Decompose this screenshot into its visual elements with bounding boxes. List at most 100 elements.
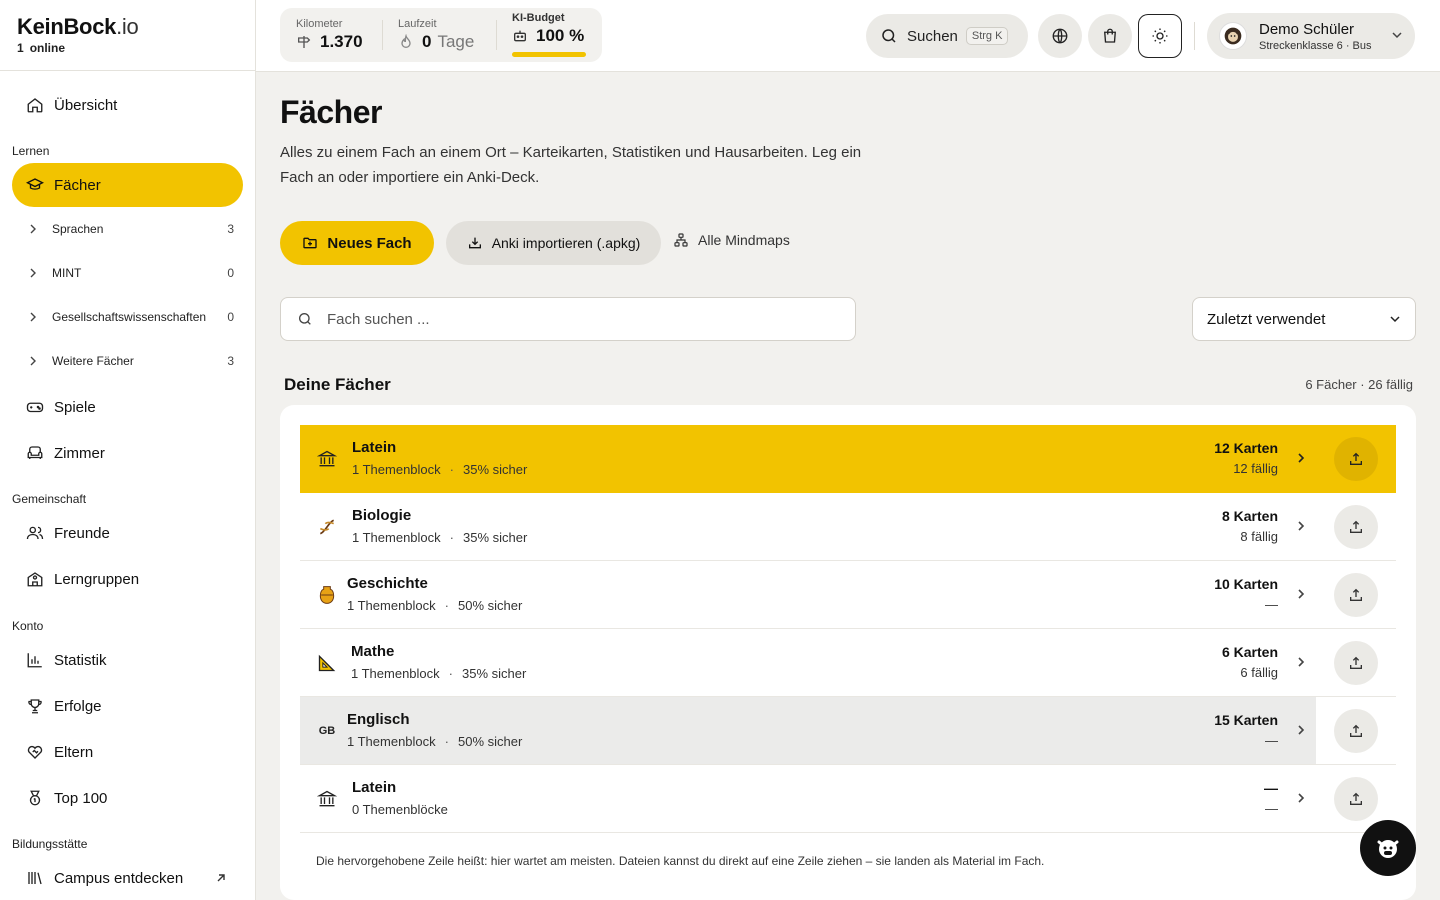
upload-button[interactable] xyxy=(1334,505,1378,549)
subject-row[interactable]: Mathe 1 Themenblock · 35% sicher 6 Karten … xyxy=(300,629,1396,697)
upload-icon xyxy=(1350,588,1362,601)
category-label: Weitere Fächer xyxy=(52,354,134,368)
category-count: 0 xyxy=(227,266,234,280)
sort-select[interactable]: Zuletzt verwendet xyxy=(1192,297,1416,341)
download-tray-icon xyxy=(467,235,483,251)
globe-icon xyxy=(1051,27,1069,45)
subject-blocks: 0 Themenblöcke xyxy=(352,802,448,817)
user-menu[interactable]: Demo Schüler Streckenklasse 6 · Bus xyxy=(1207,13,1415,59)
online-label: online xyxy=(29,41,66,55)
nav-subjects-label: Fächer xyxy=(54,176,101,194)
upload-button[interactable] xyxy=(1334,709,1378,753)
theme-toggle-button[interactable] xyxy=(1138,14,1182,58)
triangle-ruler-icon xyxy=(316,652,338,674)
medal-icon xyxy=(26,789,44,807)
chevron-right-icon[interactable] xyxy=(1294,791,1308,805)
stat-unit: Tage xyxy=(437,32,475,51)
category-weitere[interactable]: Weitere Fächer 3 xyxy=(28,351,234,371)
gb-flag-icon: GB xyxy=(318,725,336,737)
separator: · xyxy=(444,734,449,749)
category-mint[interactable]: MINT 0 xyxy=(28,263,234,283)
nav-stats[interactable]: Statistik xyxy=(12,638,243,682)
nav-room-label: Zimmer xyxy=(54,444,105,462)
subject-secure: 50% sicher xyxy=(458,598,523,613)
subject-search-input[interactable] xyxy=(327,310,827,328)
chevron-right-icon[interactable] xyxy=(1294,451,1308,465)
nav-campus[interactable]: Campus entdecken xyxy=(12,856,243,900)
robot-icon xyxy=(512,28,528,44)
heart-handshake-icon xyxy=(26,743,44,761)
users-icon xyxy=(26,524,44,542)
category-sprachen[interactable]: Sprachen 3 xyxy=(28,219,234,239)
search-label: Suchen xyxy=(907,27,958,45)
nav-games[interactable]: Spiele xyxy=(12,385,243,429)
subject-row[interactable]: Latein 1 Themenblock · 35% sicher 12 Karte… xyxy=(300,425,1396,493)
stat-ki-budget[interactable]: KI-Budget 100 % xyxy=(496,8,602,62)
nav-subjects[interactable]: Fächer xyxy=(12,163,243,207)
shop-button[interactable] xyxy=(1088,14,1132,58)
chevron-right-icon[interactable] xyxy=(1294,723,1308,737)
subject-secure: 35% sicher xyxy=(463,530,528,545)
separator: · xyxy=(448,666,453,681)
subject-meta: 1 Themenblock · 35% sicher xyxy=(352,462,527,477)
nav-games-label: Spiele xyxy=(54,398,96,416)
subject-cards: 8 Karten xyxy=(1221,508,1278,524)
nav-achievements[interactable]: Erfolge xyxy=(12,684,243,728)
stat-runtime: Laufzeit 0 Tage xyxy=(382,8,496,62)
nav-top100[interactable]: Top 100 xyxy=(12,776,243,820)
separator: · xyxy=(449,462,454,477)
nav-groups[interactable]: Lerngruppen xyxy=(12,557,243,601)
assistant-button[interactable] xyxy=(1360,820,1416,876)
upload-icon xyxy=(1350,724,1362,737)
subject-due: 8 fällig xyxy=(1240,529,1278,544)
nav-top100-label: Top 100 xyxy=(54,789,108,807)
category-label: Gesellschaftswissenschaften xyxy=(52,310,207,324)
upload-button[interactable] xyxy=(1334,573,1378,617)
brand[interactable]: KeinBock.io 1 online xyxy=(0,0,255,71)
subject-meta: 1 Themenblock · 35% sicher xyxy=(351,666,526,681)
stat-label: Laufzeit xyxy=(398,18,437,30)
upload-button[interactable] xyxy=(1334,437,1378,481)
nav-friends[interactable]: Freunde xyxy=(12,511,243,555)
import-anki-label: Anki importieren (.apkg) xyxy=(491,235,641,251)
folder-plus-icon xyxy=(302,235,318,251)
section-school: Bildungsstätte xyxy=(12,837,88,851)
subject-blocks: 1 Themenblock xyxy=(352,530,441,545)
subject-due: — xyxy=(1265,597,1278,612)
subject-name: Biologie xyxy=(352,507,412,524)
subject-row[interactable]: Biologie 1 Themenblock · 35% sicher 8 Kart… xyxy=(300,493,1396,561)
amphora-icon xyxy=(316,584,338,606)
import-anki-button[interactable]: Anki importieren (.apkg) xyxy=(446,221,661,265)
new-subject-button[interactable]: Neues Fach xyxy=(280,221,434,265)
stat-kilometer: Kilometer 1.370 xyxy=(280,8,382,62)
all-mindmaps-link[interactable]: Alle Mindmaps xyxy=(673,232,790,248)
category-count: 0 xyxy=(227,310,234,324)
bar-chart-icon xyxy=(26,651,44,669)
subject-name: Mathe xyxy=(351,643,395,660)
list-footnote: Die hervorgehobene Zeile heißt: hier war… xyxy=(316,854,1045,868)
global-search-button[interactable]: Suchen Strg K xyxy=(866,14,1028,58)
subject-due: — xyxy=(1265,801,1278,816)
subject-row[interactable]: GB Englisch 1 Themenblock · 50% sicher 15 … xyxy=(300,697,1396,765)
separator: · xyxy=(449,530,454,545)
section-title: Deine Fächer xyxy=(284,375,391,394)
chevron-down-icon xyxy=(1389,313,1401,325)
chevron-right-icon[interactable] xyxy=(1294,519,1308,533)
category-label: MINT xyxy=(52,266,82,280)
chevron-right-icon[interactable] xyxy=(1294,655,1308,669)
category-count: 3 xyxy=(227,354,234,368)
category-gesellschaft[interactable]: Gesellschaftswissenschaften 0 xyxy=(28,307,234,327)
subject-row[interactable]: Geschichte 1 Themenblock · 50% sicher 10 K… xyxy=(300,561,1396,629)
nav-parents[interactable]: Eltern xyxy=(12,730,243,774)
upload-button[interactable] xyxy=(1334,641,1378,685)
subject-row[interactable]: Latein 0 Themenblöcke — — xyxy=(300,765,1396,833)
language-button[interactable] xyxy=(1038,14,1082,58)
upload-button[interactable] xyxy=(1334,777,1378,821)
nav-room[interactable]: Zimmer xyxy=(12,431,243,475)
stat-value: 0 xyxy=(422,32,432,51)
subject-cards: — xyxy=(1264,780,1278,796)
user-name: Demo Schüler xyxy=(1259,20,1355,38)
chevron-right-icon[interactable] xyxy=(1294,587,1308,601)
nav-overview[interactable]: Übersicht xyxy=(12,83,243,127)
subject-search-field[interactable] xyxy=(280,297,856,341)
